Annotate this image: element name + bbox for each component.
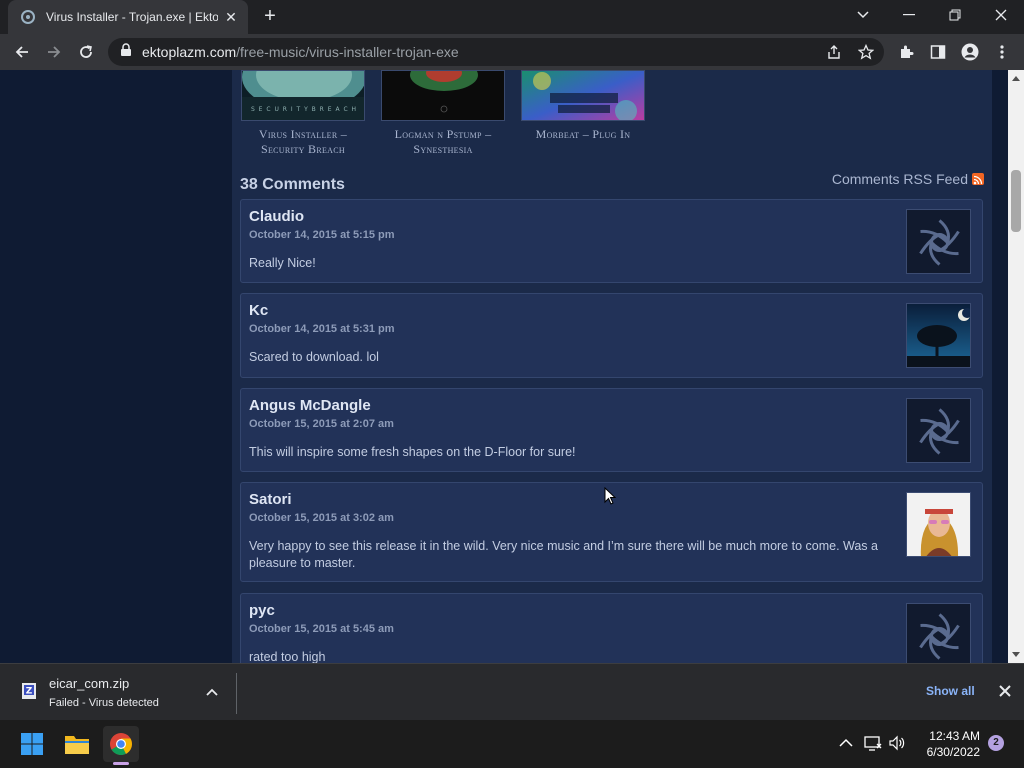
comment-date[interactable]: October 14, 2015 at 5:15 pm xyxy=(249,229,395,241)
comments-heading: 38 Comments xyxy=(240,176,345,193)
default-swirl-avatar-icon xyxy=(906,398,971,463)
page-viewport: S E C U R I T Y B R E A C H Virus Instal… xyxy=(0,70,1008,663)
file-explorer-icon[interactable] xyxy=(59,726,95,762)
related-release-3[interactable]: Morbeat – Plug In xyxy=(521,70,645,142)
taskbar-clock[interactable]: 12:43 AM 6/30/2022 xyxy=(908,728,980,760)
restore-icon[interactable] xyxy=(932,0,978,30)
related-release-2-caption[interactable]: Logman n Pstump – Synesthesia xyxy=(381,127,505,157)
comment-text: rated too high xyxy=(249,650,326,663)
related-release-2[interactable]: Logman n Pstump – Synesthesia xyxy=(381,70,505,157)
notification-count-badge[interactable]: 2 xyxy=(988,735,1004,751)
address-bar[interactable]: ektoplazm.com/free-music/virus-installer… xyxy=(108,38,884,66)
svg-text:Z: Z xyxy=(26,687,33,697)
browser-toolbar: ektoplazm.com/free-music/virus-installer… xyxy=(0,34,1024,70)
comment-item: Kc October 14, 2015 at 5:31 pm Scared to… xyxy=(240,293,983,378)
lock-icon[interactable] xyxy=(120,42,132,62)
rss-link-label[interactable]: Comments RSS Feed xyxy=(832,171,968,187)
comment-item: Angus McDangle October 15, 2015 at 2:07 … xyxy=(240,388,983,472)
share-icon[interactable] xyxy=(820,38,848,66)
svg-text:S E C U R I T Y B R E A C H: S E C U R I T Y B R E A C H xyxy=(251,106,357,113)
comment-author: Angus McDangle xyxy=(249,397,371,414)
tab-title: Virus Installer - Trojan.exe | Ektoplazm xyxy=(46,10,218,24)
tab-close-icon[interactable]: ✕ xyxy=(222,9,240,26)
url-text: ektoplazm.com/free-music/virus-installer… xyxy=(142,44,459,60)
comment-date[interactable]: October 15, 2015 at 5:45 am xyxy=(249,623,394,635)
rss-icon[interactable] xyxy=(972,173,984,185)
comment-text: Really Nice! xyxy=(249,256,316,270)
clock-date: 6/30/2022 xyxy=(926,745,980,759)
download-shelf: Z eicar_com.zip Failed - Virus detected … xyxy=(0,663,1024,720)
clock-time: 12:43 AM xyxy=(929,729,980,743)
reload-icon[interactable] xyxy=(72,38,100,66)
close-window-icon[interactable] xyxy=(978,0,1024,30)
comment-date[interactable]: October 15, 2015 at 2:07 am xyxy=(249,418,394,430)
comment-date[interactable]: October 14, 2015 at 5:31 pm xyxy=(249,323,395,335)
side-panel-icon[interactable] xyxy=(924,38,952,66)
browser-tab[interactable]: Virus Installer - Trojan.exe | Ektoplazm… xyxy=(8,0,248,34)
comment-author: Kc xyxy=(249,302,269,319)
scroll-up-icon[interactable] xyxy=(1008,70,1024,86)
comment-date[interactable]: October 15, 2015 at 3:02 am xyxy=(249,512,394,524)
default-swirl-avatar-icon xyxy=(906,603,971,663)
tab-search-icon[interactable] xyxy=(840,0,886,30)
related-release-1[interactable]: S E C U R I T Y B R E A C H Virus Instal… xyxy=(241,70,365,157)
close-download-shelf-icon[interactable] xyxy=(998,684,1014,700)
show-hidden-icons-chevron-icon[interactable] xyxy=(835,732,857,754)
windows-start-icon[interactable] xyxy=(14,726,50,762)
related-release-1-caption[interactable]: Virus Installer – Security Breach xyxy=(241,127,365,157)
comment-author: pyc xyxy=(249,602,275,619)
new-tab-icon[interactable]: + xyxy=(258,4,282,28)
photo-avatar-icon xyxy=(906,492,971,557)
related-release-3-cover[interactable] xyxy=(521,70,645,121)
ektoplazm-favicon-icon xyxy=(20,9,36,25)
comment-author: Satori xyxy=(249,491,292,508)
tree-night-avatar-icon xyxy=(906,303,971,368)
extensions-icon[interactable] xyxy=(892,38,920,66)
scrollbar-thumb[interactable] xyxy=(1011,170,1021,232)
zip-file-icon[interactable]: Z xyxy=(20,682,38,700)
comment-author: Claudio xyxy=(249,208,304,225)
show-all-button[interactable]: Show all xyxy=(926,684,975,698)
comment-text: Scared to download. lol xyxy=(249,350,379,364)
comment-item: pyc October 15, 2015 at 5:45 am rated to… xyxy=(240,593,983,663)
volume-icon[interactable] xyxy=(886,732,908,754)
related-release-3-caption[interactable]: Morbeat – Plug In xyxy=(521,127,645,142)
chrome-taskbar-icon[interactable] xyxy=(103,726,139,762)
active-app-indicator xyxy=(113,762,129,765)
comments-rss-link[interactable]: Comments RSS Feed xyxy=(832,171,984,187)
download-divider xyxy=(236,673,237,714)
network-icon[interactable] xyxy=(862,732,884,754)
minimize-icon[interactable] xyxy=(886,0,932,30)
tab-strip: Virus Installer - Trojan.exe | Ektoplazm… xyxy=(0,0,1024,34)
mouse-cursor-icon xyxy=(604,486,617,510)
profile-icon[interactable] xyxy=(956,38,984,66)
windows-taskbar: 12:43 AM 6/30/2022 2 xyxy=(0,720,1024,768)
url-path: /free-music/virus-installer-trojan-exe xyxy=(236,44,459,60)
content-column: S E C U R I T Y B R E A C H Virus Instal… xyxy=(232,70,992,663)
bookmark-star-icon[interactable] xyxy=(852,38,880,66)
back-icon[interactable] xyxy=(8,38,36,66)
comment-text: Very happy to see this release it in the… xyxy=(249,539,878,570)
comment-text: This will inspire some fresh shapes on t… xyxy=(249,445,576,459)
forward-icon[interactable] xyxy=(40,38,68,66)
comment-item: Claudio October 14, 2015 at 5:15 pm Real… xyxy=(240,199,983,283)
download-filename[interactable]: eicar_com.zip xyxy=(49,676,129,691)
menu-kebab-icon[interactable] xyxy=(988,38,1016,66)
related-release-2-cover[interactable] xyxy=(381,70,505,121)
chevron-up-icon[interactable] xyxy=(204,684,220,700)
download-status: Failed - Virus detected xyxy=(49,697,159,709)
scroll-down-icon[interactable] xyxy=(1008,647,1024,663)
url-host: ektoplazm.com xyxy=(142,44,237,60)
related-release-1-cover[interactable]: S E C U R I T Y B R E A C H xyxy=(241,70,365,121)
page-scrollbar[interactable] xyxy=(1008,70,1024,663)
default-swirl-avatar-icon xyxy=(906,209,971,274)
